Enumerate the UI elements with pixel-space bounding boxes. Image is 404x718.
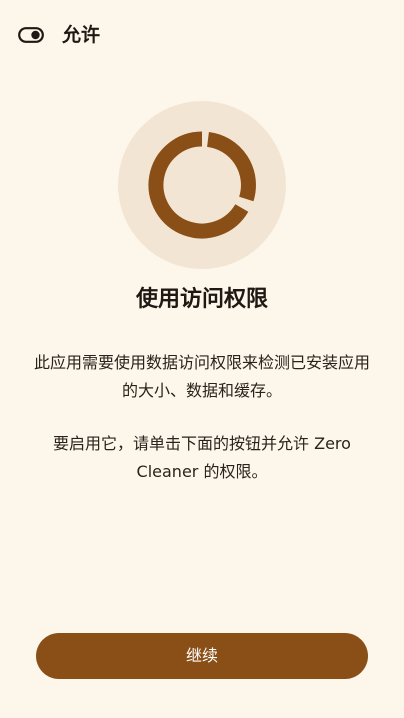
hero-illustration [118,101,286,269]
permission-instructions: 要启用它，请单击下面的按钮并允许 Zero Cleaner 的权限。 [53,434,351,481]
disk-usage-ring-icon [148,131,256,239]
continue-button[interactable]: 继续 [36,633,368,679]
toggle-icon[interactable] [18,27,44,43]
permission-description: 此应用需要使用数据访问权限来检测已安装应用的大小、数据和缓存。 [34,353,371,400]
page-title: 允许 [62,24,101,46]
top-bar: 允许 [0,0,404,72]
section-heading: 使用访问权限 [135,287,268,312]
